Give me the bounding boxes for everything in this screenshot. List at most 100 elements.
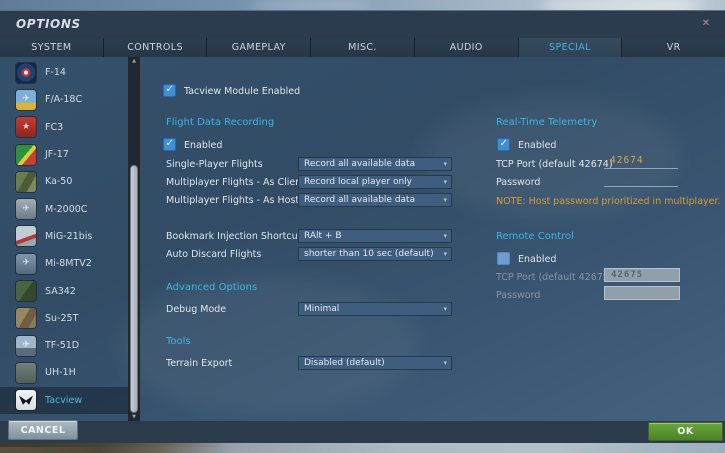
ok-button[interactable]: OK (648, 422, 723, 441)
jf-17-module-icon (16, 144, 36, 165)
chevron-down-icon: ▾ (443, 196, 447, 204)
sidebar-item-label: FC3 (45, 121, 64, 133)
chevron-down-icon: ▾ (443, 250, 447, 258)
debug-mode-dropdown[interactable]: Minimal ▾ (298, 302, 452, 316)
tab-controls[interactable]: CONTROLS (103, 38, 207, 57)
sidebar-item-mig-21bis[interactable]: MiG-21bis (0, 223, 128, 250)
sidebar-item-label: Su-25T (45, 312, 79, 324)
tacview-module-enabled-label: Tacview Module Enabled (184, 86, 301, 97)
telemetry-password-input[interactable] (604, 171, 678, 187)
sidebar-item-ka-50[interactable]: Ka-50 (0, 168, 128, 195)
chevron-down-icon: ▾ (443, 305, 447, 313)
sidebar-item-fc3[interactable]: ★ FC3 (0, 114, 128, 141)
flight-data-recording-heading: Flight Data Recording (166, 117, 275, 128)
chevron-down-icon: ▾ (443, 359, 447, 367)
debug-mode-label: Debug Mode (166, 304, 227, 315)
sidebar-item-tacview[interactable]: Tacview (0, 386, 128, 414)
telemetry-tcp-port-label: TCP Port (default 42674) (496, 159, 613, 170)
tacview-module-enabled-checkbox[interactable] (163, 84, 176, 97)
sidebar-item-label: SA342 (45, 285, 76, 297)
sidebar-item-label: Tacview (45, 394, 83, 406)
scrollbar-thumb[interactable] (130, 165, 138, 413)
auto-discard-dropdown[interactable]: shorter than 10 sec (default) ▾ (298, 247, 452, 261)
tab-misc[interactable]: MISC. (311, 38, 414, 57)
sa342-module-icon (16, 281, 36, 302)
fa-18c-module-icon: ✈ (16, 89, 36, 110)
sidebar-item-fa-18c[interactable]: ✈ F/A-18C (0, 86, 128, 113)
page-title: OPTIONS (16, 17, 81, 31)
bookmark-shortcut-dropdown[interactable]: RAlt + B ▾ (298, 229, 452, 243)
bookmark-shortcut-label: Bookmark Injection Shortcut (166, 231, 302, 242)
telemetry-tcp-port-input[interactable] (604, 153, 678, 169)
sidebar-item-label: F/A-18C (45, 94, 83, 106)
telemetry-enabled-checkbox[interactable] (497, 138, 510, 151)
options-tab-bar: SYSTEM CONTROLS GAMEPLAY MISC. AUDIO SPE… (0, 38, 725, 57)
sidebar-item-jf-17[interactable]: JF-17 (0, 141, 128, 168)
remote-control-heading: Remote Control (496, 231, 574, 242)
single-player-flights-dropdown[interactable]: Record all available data ▾ (298, 157, 452, 171)
sidebar-item-mi-8mtv2[interactable]: ✈ Mi-8MTV2 (0, 250, 128, 277)
single-player-flights-label: Single-Player Flights (166, 159, 263, 170)
remote-enabled-checkbox[interactable] (497, 252, 510, 265)
sidebar-item-su-25t[interactable]: Su-25T (0, 305, 128, 332)
real-time-telemetry-heading: Real-Time Telemetry (496, 117, 598, 128)
sidebar-item-label: Ka-50 (45, 176, 73, 188)
sidebar-item-tf-51d[interactable]: ✈ TF-51D (0, 332, 128, 359)
terrain-export-dropdown[interactable]: Disabled (default) ▾ (298, 356, 452, 370)
tab-audio[interactable]: AUDIO (414, 38, 518, 57)
background-terrain (0, 443, 725, 453)
f-14-module-icon (16, 62, 36, 83)
scroll-up-icon[interactable]: ▲ (128, 57, 140, 65)
sidebar-item-label: MiG-21bis (45, 230, 93, 242)
options-window: OPTIONS ✕ SYSTEM CONTROLS GAMEPLAY MISC.… (0, 0, 725, 453)
tf-51d-module-icon: ✈ (16, 335, 36, 356)
remote-password-input[interactable] (604, 286, 680, 300)
sidebar-item-label: UH-1H (45, 367, 76, 379)
telemetry-enabled-label: Enabled (518, 140, 557, 151)
multiplayer-host-dropdown[interactable]: Record all available data ▾ (298, 193, 452, 207)
ka-50-module-icon (16, 171, 36, 192)
sidebar-item-m-2000c[interactable]: ✈ M-2000C (0, 195, 128, 222)
close-icon[interactable]: ✕ (699, 17, 713, 31)
su-25t-module-icon (16, 308, 36, 329)
sidebar-item-label: M-2000C (45, 203, 88, 215)
fdr-enabled-label: Enabled (184, 140, 223, 151)
telemetry-password-label: Password (496, 177, 541, 188)
telemetry-note: NOTE: Host password prioritized in multi… (496, 196, 721, 207)
terrain-export-label: Terrain Export (166, 358, 233, 369)
sidebar-item-label: JF-17 (45, 149, 69, 161)
title-bar: OPTIONS ✕ (0, 10, 725, 38)
chevron-down-icon: ▾ (443, 232, 447, 240)
chevron-down-icon: ▾ (443, 160, 447, 168)
fdr-enabled-checkbox[interactable] (163, 138, 176, 151)
remote-enabled-label: Enabled (518, 254, 557, 265)
remote-tcp-port-label: TCP Port (default 42675) (496, 272, 613, 283)
remote-password-label: Password (496, 290, 541, 301)
tab-special[interactable]: SPECIAL (518, 38, 622, 57)
cancel-button[interactable]: CANCEL (8, 420, 78, 440)
tab-gameplay[interactable]: GAMEPLAY (207, 38, 311, 57)
sidebar-item-label: Mi-8MTV2 (45, 258, 92, 270)
advanced-options-heading: Advanced Options (166, 282, 258, 293)
sidebar-item-label: TF-51D (45, 340, 80, 352)
sidebar-item-uh-1h[interactable]: UH-1H (0, 359, 128, 386)
chevron-down-icon: ▾ (443, 178, 447, 186)
mi-8mtv2-module-icon: ✈ (16, 253, 36, 274)
fc3-module-icon: ★ (16, 117, 36, 138)
sidebar-scrollbar[interactable]: ▲ ▼ (128, 57, 140, 421)
scroll-down-icon[interactable]: ▼ (128, 413, 140, 421)
multiplayer-client-dropdown[interactable]: Record local player only ▾ (298, 175, 452, 189)
tab-vr[interactable]: VR (622, 38, 725, 57)
multiplayer-host-label: Multiplayer Flights - As Host (166, 195, 300, 206)
tab-system[interactable]: SYSTEM (0, 38, 103, 57)
tacview-module-icon (16, 390, 36, 411)
mig-21bis-module-icon (16, 226, 36, 247)
sidebar-item-f-14[interactable]: F-14 (0, 59, 128, 86)
uh-1h-module-icon (16, 362, 36, 383)
cloud-highlight (120, 277, 420, 417)
module-sidebar: F-14 ✈ F/A-18C ★ FC3 JF-17 Ka-50 ✈ M-200… (0, 57, 128, 421)
auto-discard-label: Auto Discard Flights (166, 249, 262, 260)
m-2000c-module-icon: ✈ (16, 199, 36, 220)
sidebar-item-sa342[interactable]: SA342 (0, 277, 128, 304)
remote-tcp-port-input[interactable] (604, 268, 680, 282)
